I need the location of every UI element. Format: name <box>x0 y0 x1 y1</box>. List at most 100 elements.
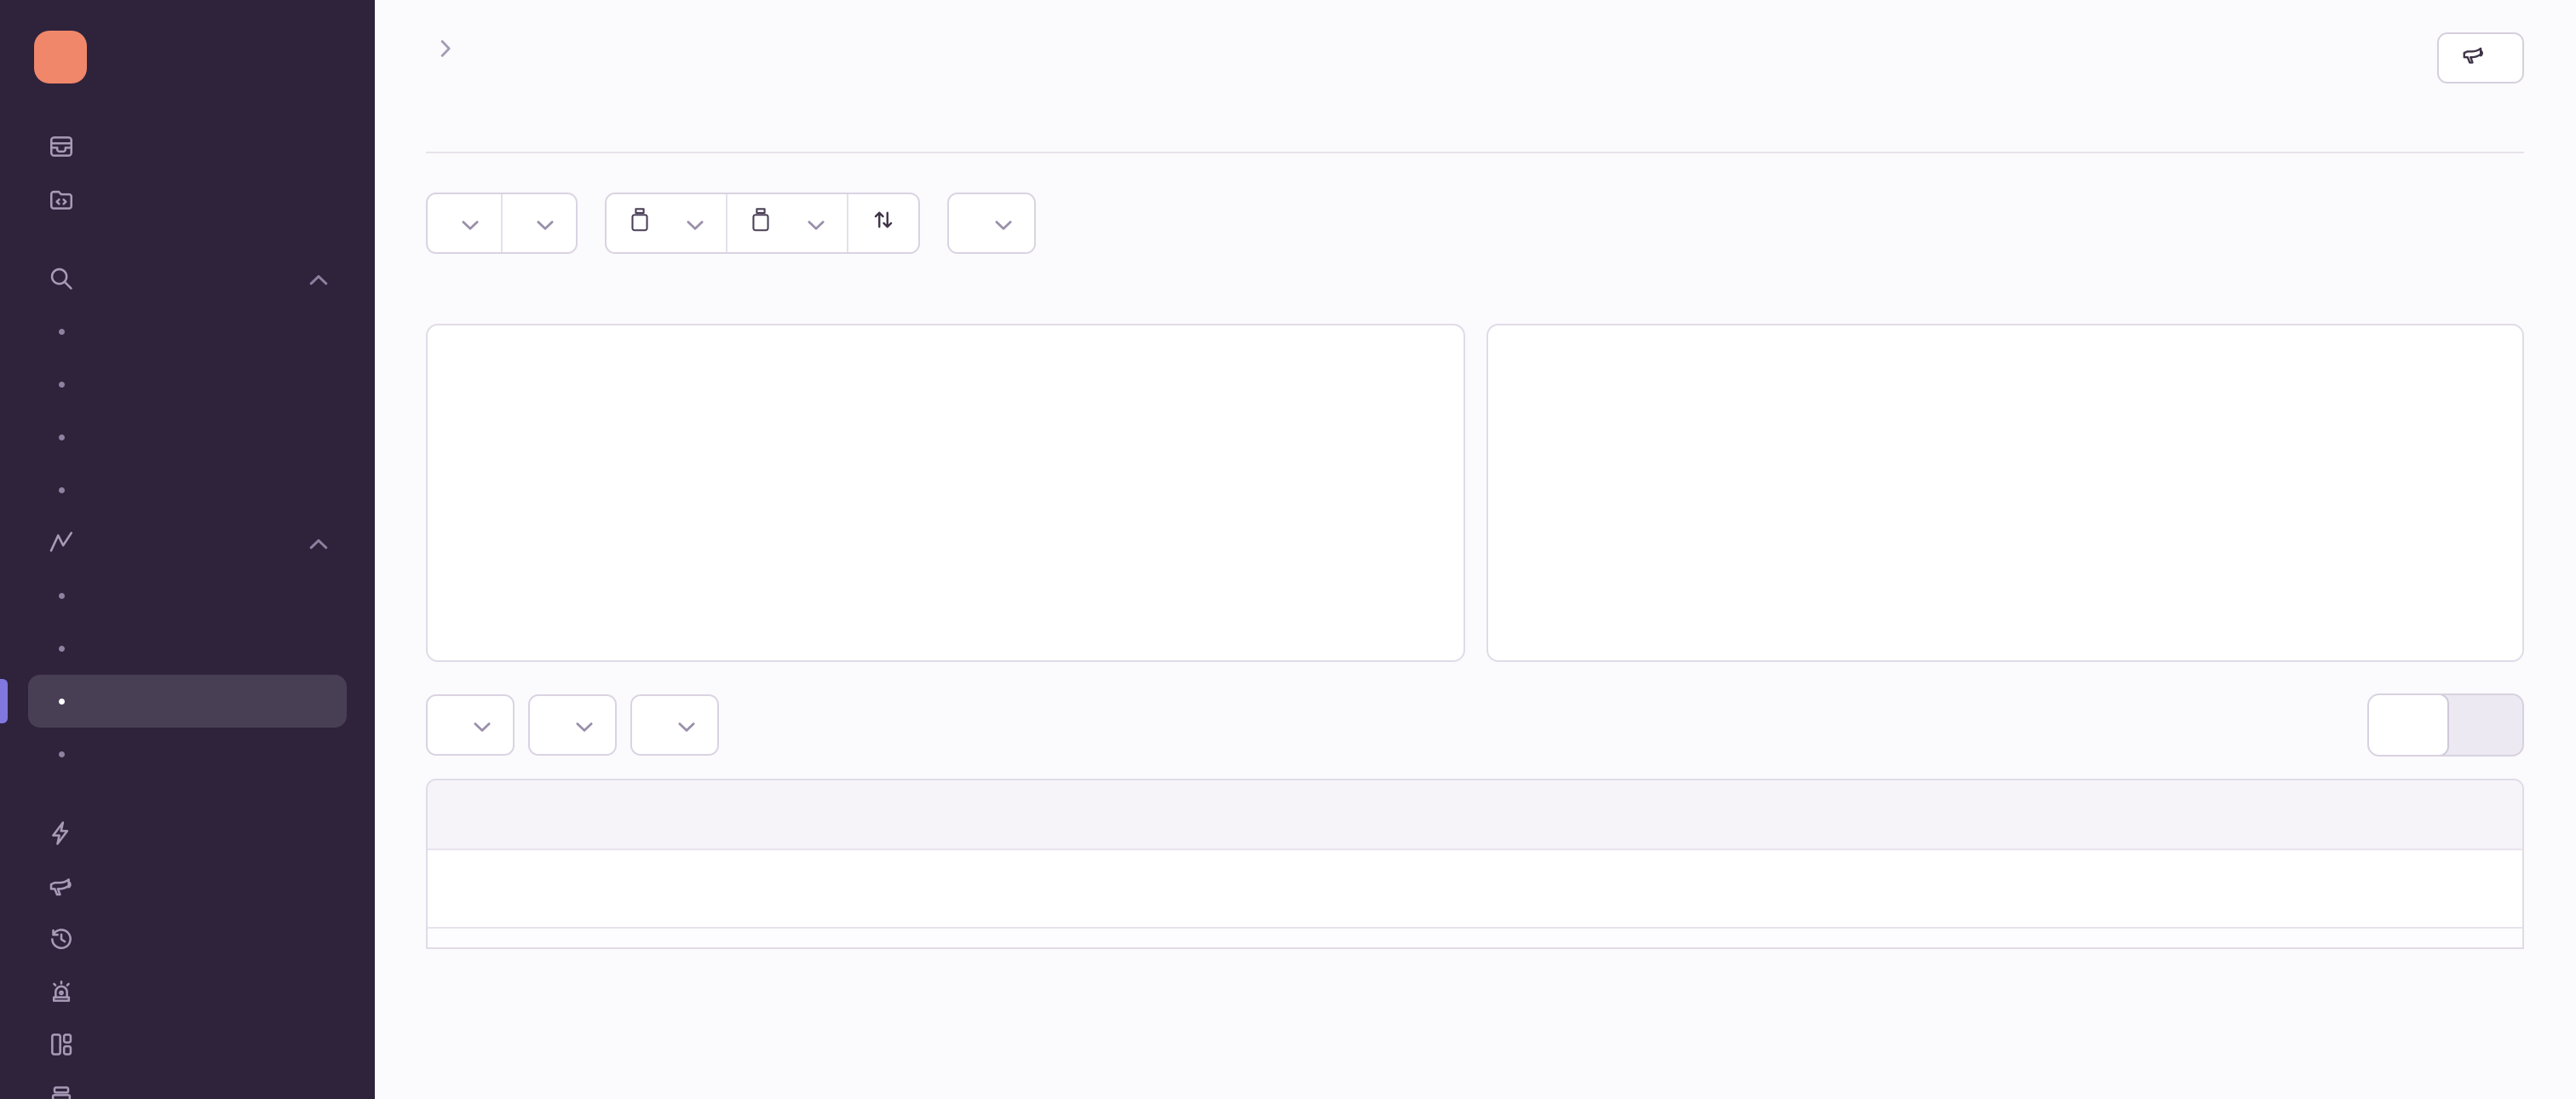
line-chart-plot <box>531 380 1451 533</box>
sidebar-item-traces[interactable] <box>28 305 347 358</box>
bullet-icon <box>47 475 76 504</box>
by-spans-toggle[interactable] <box>2369 695 2449 755</box>
bar-chart-plot <box>1548 386 2501 569</box>
app-start-type-filter[interactable] <box>949 194 1034 252</box>
breadcrumb <box>426 39 465 58</box>
bullet-icon <box>47 634 76 663</box>
sidebar-item-user-feedback[interactable] <box>28 860 347 912</box>
megaphone-icon <box>47 872 76 900</box>
releases-icon <box>47 1083 76 1099</box>
stat-avg-cold-start-r1 <box>426 291 692 300</box>
line-chart <box>458 380 1433 593</box>
sidebar-item-crons[interactable] <box>28 912 347 965</box>
sidebar-item-explore[interactable] <box>28 252 347 305</box>
sidebar-item-discover[interactable] <box>28 463 347 516</box>
siren-icon <box>47 977 76 1006</box>
sidebar-item-performance[interactable] <box>28 807 347 860</box>
bullet-icon <box>47 739 76 768</box>
swap-releases-button[interactable] <box>847 194 918 252</box>
swap-icon <box>871 207 896 239</box>
app-root <box>0 0 2576 1099</box>
operation-filter-group <box>426 694 515 756</box>
sidebar-nav <box>0 120 375 1099</box>
chevron-down-icon <box>678 711 695 739</box>
lightning-icon <box>47 819 76 848</box>
chevron-down-icon <box>537 210 554 238</box>
chevron-down-icon <box>687 210 704 238</box>
bullet-icon <box>47 370 76 399</box>
search-icon <box>47 264 76 293</box>
table-row <box>428 849 2522 927</box>
table-header <box>428 780 2522 849</box>
date-range-filter[interactable] <box>501 194 576 252</box>
sidebar-item-alerts[interactable] <box>28 965 347 1018</box>
bullet-icon <box>47 687 76 716</box>
chevron-down-icon <box>462 210 479 238</box>
geo-region-filter[interactable] <box>632 696 717 754</box>
operation-filter[interactable] <box>428 696 513 754</box>
table-row-partial <box>428 927 2522 947</box>
pulse-icon <box>47 528 76 557</box>
charts-row <box>426 324 2524 662</box>
legend-item-r2[interactable] <box>2510 428 2522 443</box>
environment-filter[interactable] <box>428 194 501 252</box>
release-icon <box>750 207 772 239</box>
sidebar-item-replays[interactable] <box>28 411 347 463</box>
spans-event-toggle <box>2367 693 2524 757</box>
legend-dot <box>1452 428 1463 443</box>
by-event-toggle[interactable] <box>2447 695 2522 755</box>
device-class-filter-group <box>528 694 617 756</box>
geo-region-filter-group <box>630 694 719 756</box>
sidebar-item-ai[interactable] <box>28 728 347 780</box>
clock-icon <box>47 924 76 953</box>
dashboards-icon <box>47 1030 76 1059</box>
env-date-filter-group <box>426 193 578 254</box>
app-start-type-group <box>947 193 1036 254</box>
bullet-icon <box>47 423 76 452</box>
sidebar-item-dashboards[interactable] <box>28 1018 347 1071</box>
sidebar-item-mobile[interactable] <box>0 675 347 728</box>
cold-start-device-distribution-card <box>1486 324 2524 662</box>
average-cold-start-card <box>426 324 1465 662</box>
topbar <box>426 32 2524 83</box>
sidebar-item-profiles[interactable] <box>28 358 347 411</box>
stat-avg-cold-start-r2 <box>692 291 961 300</box>
chevron-right-icon <box>440 39 451 58</box>
sidebar-item-releases[interactable] <box>28 1071 347 1099</box>
legend-dot <box>2510 428 2522 443</box>
projects-icon <box>47 185 76 214</box>
megaphone-icon <box>2461 42 2487 74</box>
stat-count-r1 <box>1144 291 1316 300</box>
span-controls-row <box>426 693 2524 757</box>
give-feedback-button[interactable] <box>2437 32 2524 83</box>
spans-table <box>426 779 2524 949</box>
avatar <box>34 31 87 83</box>
sidebar <box>0 0 375 1099</box>
bullet-icon <box>47 581 76 610</box>
device-class-filter[interactable] <box>530 696 615 754</box>
bullet-icon <box>47 317 76 346</box>
chevron-down-icon <box>808 210 825 238</box>
tab-bar <box>426 131 2524 153</box>
stats-row <box>426 291 2524 300</box>
sidebar-item-issues[interactable] <box>28 120 347 173</box>
release-2-selector[interactable] <box>726 194 847 252</box>
stat-change <box>961 291 1144 300</box>
sidebar-item-backend[interactable] <box>28 622 347 675</box>
main-content <box>375 0 2576 1099</box>
chevron-up-icon[interactable] <box>309 264 328 293</box>
chevron-down-icon <box>576 711 593 739</box>
chevron-up-icon[interactable] <box>309 528 328 557</box>
legend-item-r2[interactable] <box>1452 428 1463 443</box>
sidebar-item-frontend[interactable] <box>28 569 347 622</box>
chevron-down-icon <box>995 210 1012 238</box>
span-filters <box>426 694 719 756</box>
release-1-selector[interactable] <box>607 194 726 252</box>
release-compare-group <box>605 193 920 254</box>
sidebar-item-projects[interactable] <box>28 173 347 226</box>
user-menu[interactable] <box>0 31 375 83</box>
release-icon <box>629 207 651 239</box>
sidebar-item-insights[interactable] <box>28 516 347 569</box>
